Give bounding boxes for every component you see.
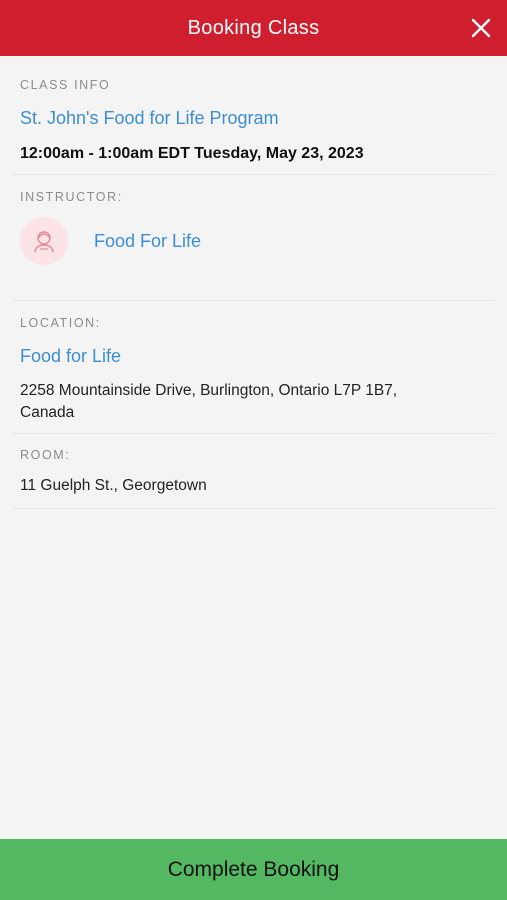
complete-booking-label: Complete Booking bbox=[167, 857, 340, 881]
booking-details: CLASS INFO St. John's Food for Life Prog… bbox=[0, 56, 507, 509]
location-section: LOCATION: Food for Life 2258 Mountainsid… bbox=[12, 301, 495, 434]
close-button[interactable] bbox=[465, 12, 497, 44]
class-name-link[interactable]: St. John's Food for Life Program bbox=[20, 108, 279, 129]
class-info-section: CLASS INFO St. John's Food for Life Prog… bbox=[12, 56, 495, 175]
page-title: Booking Class bbox=[187, 16, 320, 39]
room-label: ROOM: bbox=[20, 448, 71, 462]
instructor-name-link[interactable]: Food For Life bbox=[94, 231, 201, 252]
complete-booking-button[interactable]: Complete Booking bbox=[0, 839, 507, 900]
person-icon bbox=[34, 231, 54, 253]
instructor-avatar[interactable] bbox=[20, 217, 68, 265]
instructor-label: INSTRUCTOR: bbox=[20, 190, 123, 204]
close-icon bbox=[471, 18, 491, 38]
header-bar: Booking Class bbox=[0, 0, 507, 56]
room-section: ROOM: 11 Guelph St., Georgetown bbox=[12, 434, 495, 509]
location-label: LOCATION: bbox=[20, 316, 101, 330]
room-value: 11 Guelph St., Georgetown bbox=[20, 477, 207, 494]
location-name-link[interactable]: Food for Life bbox=[20, 346, 121, 367]
location-address: 2258 Mountainside Drive, Burlington, Ont… bbox=[20, 382, 398, 421]
class-info-label: CLASS INFO bbox=[20, 78, 111, 92]
instructor-section: INSTRUCTOR: Food For Life bbox=[12, 175, 495, 301]
class-schedule: 12:00am - 1:00am EDT Tuesday, May 23, 20… bbox=[20, 145, 364, 162]
